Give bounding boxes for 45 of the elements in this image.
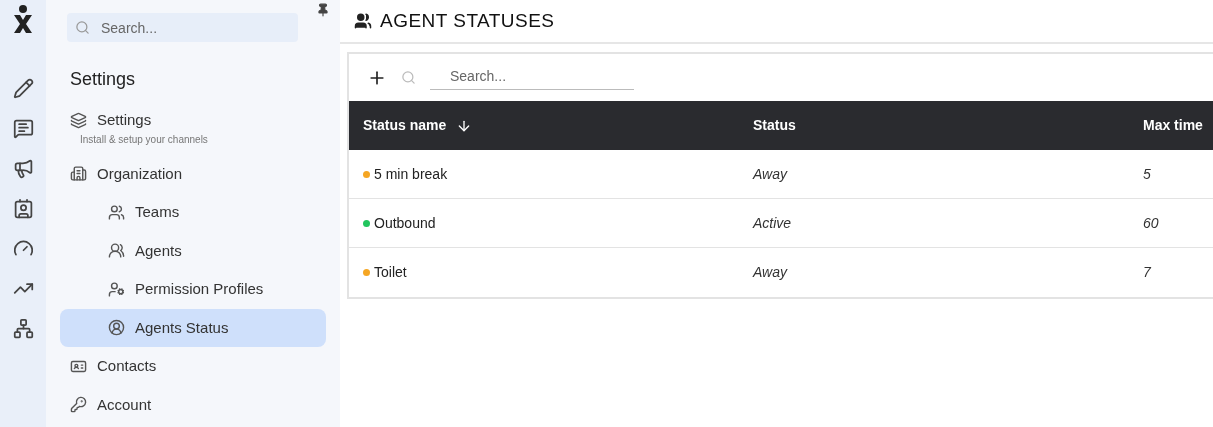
group-icon: [108, 203, 125, 221]
table-row[interactable]: Outbound Active 60: [349, 199, 1213, 248]
chat-icon[interactable]: [12, 118, 34, 139]
sidebar-item[interactable]: Contacts: [60, 347, 326, 386]
table-cell-text: Toilet: [374, 263, 407, 282]
search-field[interactable]: Search...: [67, 13, 298, 42]
sidebar-heading: Settings: [70, 68, 137, 91]
pin-icon[interactable]: [316, 3, 330, 17]
column-header[interactable]: Max time: [1143, 115, 1203, 136]
table-cell-text: Away: [753, 263, 789, 282]
search-icon: [401, 70, 416, 85]
layers-icon: [70, 111, 87, 129]
pencil-icon[interactable]: [12, 78, 34, 99]
table-cell-text: Away: [753, 164, 789, 184]
sidebar-item[interactable]: Permission Profiles: [60, 270, 326, 309]
contact-card-icon[interactable]: [12, 198, 34, 219]
group-icon: [354, 12, 372, 30]
table-cell-text: 60: [1143, 213, 1160, 233]
megaphone-icon[interactable]: [12, 158, 34, 179]
column-header[interactable]: Status name: [363, 115, 473, 136]
table-row[interactable]: 5 min break Away 5: [349, 150, 1213, 199]
sidebar-item[interactable]: Settings Install & setup your channels: [60, 101, 326, 155]
sidebar-item[interactable]: Agents Status: [60, 308, 326, 347]
user-key-icon: [108, 280, 125, 298]
sidebar-item[interactable]: Organization: [60, 154, 326, 193]
table-cell-text: 5: [1143, 164, 1152, 184]
building-icon: [70, 165, 87, 183]
sidebar-item[interactable]: Account: [60, 385, 326, 424]
people-icon: [108, 242, 125, 260]
column-header[interactable]: Status: [753, 115, 796, 136]
table-cell-text: Active: [753, 213, 793, 233]
network-icon[interactable]: [12, 318, 34, 339]
table-cell-text: 7: [1143, 263, 1152, 282]
table-cell-text: 5 min break: [374, 164, 448, 184]
search-field[interactable]: Search...: [430, 65, 634, 90]
user-circle-icon: [108, 319, 125, 337]
item-subtitle: Install & setup your channels: [79, 132, 209, 147]
sidebar-item[interactable]: Teams: [60, 193, 326, 232]
key-icon: [70, 396, 87, 414]
sidebar-item[interactable]: Agents: [60, 231, 326, 270]
table-row[interactable]: Toilet Away 7: [349, 248, 1213, 297]
search-icon: [75, 20, 90, 35]
page-title: AGENT STATUSES: [380, 8, 555, 33]
table-cell-text: Outbound: [374, 213, 436, 233]
logo-icon: [11, 4, 35, 34]
